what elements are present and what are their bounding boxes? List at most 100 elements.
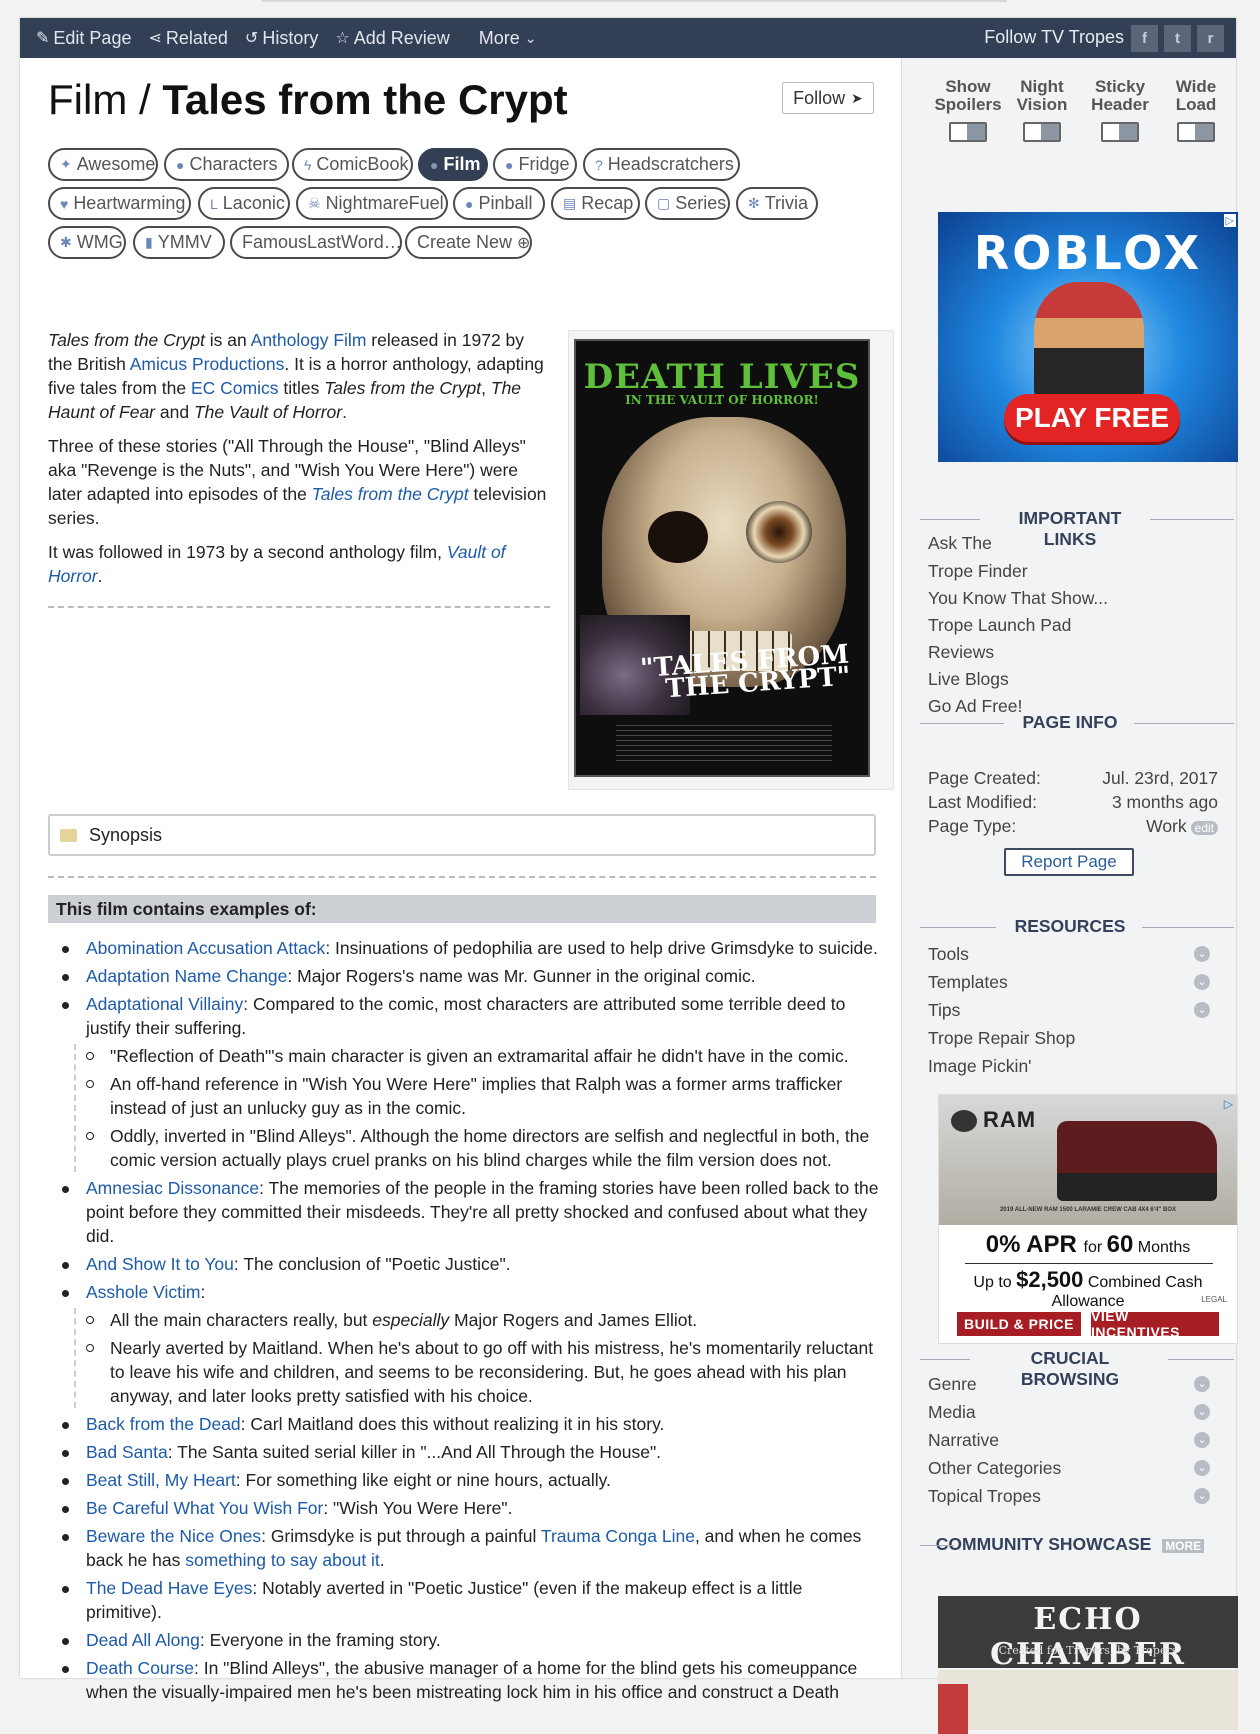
adchoices-icon[interactable]: ▷ xyxy=(1223,214,1236,227)
chevron-down-icon[interactable]: ⌄ xyxy=(1194,1460,1210,1476)
sub-item: "Reflection of Death"'s main character i… xyxy=(76,1044,880,1068)
tab-pinball[interactable]: ● Pinball xyxy=(453,187,545,220)
toggle-switch[interactable] xyxy=(1177,122,1215,142)
tab-trivia[interactable]: ✻ Trivia xyxy=(736,187,818,220)
sticky-header-toggle[interactable]: Sticky Header xyxy=(1080,78,1160,142)
amicus-productions-link[interactable]: Amicus Productions xyxy=(130,354,285,374)
echo-chamber-banner[interactable]: ECHO CHAMBER Created for Tropers, by Tro… xyxy=(938,1596,1238,1668)
page-category[interactable]: Film xyxy=(48,76,127,123)
movie-poster[interactable]: DEATH LIVES IN THE VAULT OF HORROR! "TAL… xyxy=(574,339,870,777)
trope-link[interactable]: Bad Santa xyxy=(86,1442,168,1462)
showcase-banner-2[interactable] xyxy=(938,1670,1238,1734)
roblox-ad[interactable]: ROBLOX PLAY FREE ▷ xyxy=(938,212,1238,462)
add-review-button[interactable]: ☆ Add Review xyxy=(335,28,449,49)
info-value: Work xyxy=(1146,816,1187,836)
resource-link[interactable]: Image Pickin' xyxy=(928,1052,1218,1080)
show-spoilers-toggle[interactable]: Show Spoilers xyxy=(928,78,1008,142)
trope-link[interactable]: And Show It to You xyxy=(86,1254,234,1274)
view-incentives-button[interactable]: VIEW INCENTIVES xyxy=(1091,1308,1219,1340)
trope-link[interactable]: Asshole Victim xyxy=(86,1282,200,1302)
tab-wmg[interactable]: ✱ WMG xyxy=(48,226,126,259)
trope-link[interactable]: Back from the Dead xyxy=(86,1414,241,1434)
chevron-down-icon[interactable]: ⌄ xyxy=(1194,1432,1210,1448)
toggle-switch[interactable] xyxy=(949,122,987,142)
showcase-more-link[interactable]: MORE xyxy=(1162,1539,1205,1553)
chevron-down-icon[interactable]: ⌄ xyxy=(1194,946,1210,962)
resource-link[interactable]: Tips ⌄ xyxy=(928,996,1218,1024)
tab-nightmarefuel[interactable]: ☠ NightmareFuel xyxy=(296,187,448,220)
top-border xyxy=(262,0,1007,2)
edit-page-button[interactable]: ✎ Edit Page xyxy=(36,28,131,49)
reddit-icon[interactable]: r xyxy=(1197,25,1224,52)
chevron-down-icon[interactable]: ⌄ xyxy=(1194,1002,1210,1018)
synopsis-folder[interactable]: Synopsis xyxy=(48,814,876,856)
resource-link[interactable]: Templates ⌄ xyxy=(928,968,1218,996)
night-vision-toggle[interactable]: Night Vision xyxy=(1002,78,1082,142)
trope-link[interactable]: Trauma Conga Line xyxy=(541,1526,695,1546)
report-page-button[interactable]: Report Page xyxy=(1004,848,1134,876)
trope-link[interactable]: The Dead Have Eyes xyxy=(86,1578,252,1598)
trope-link[interactable]: Dead All Along xyxy=(86,1630,200,1650)
trope-link[interactable]: Death Course xyxy=(86,1658,194,1678)
build-price-button[interactable]: BUILD & PRICE xyxy=(957,1312,1081,1336)
chevron-down-icon[interactable]: ⌄ xyxy=(1194,974,1210,990)
trope-link[interactable]: Beware the Nice Ones xyxy=(86,1526,261,1546)
ec-comics-link[interactable]: EC Comics xyxy=(191,378,279,398)
tab-characters[interactable]: ● Characters xyxy=(164,148,289,181)
tab-comicbook[interactable]: ϟ ComicBook xyxy=(292,148,413,181)
legal-link[interactable]: LEGAL xyxy=(1201,1295,1227,1304)
share-icon: ⋖ xyxy=(148,30,162,47)
crucial-link[interactable]: Media ⌄ xyxy=(928,1398,1218,1426)
edit-badge[interactable]: edit xyxy=(1190,821,1218,835)
tab-heartwarming[interactable]: ♥ Heartwarming xyxy=(48,187,191,220)
anthology-film-link[interactable]: Anthology Film xyxy=(251,330,367,350)
tab-series[interactable]: ▢ Series xyxy=(645,187,730,220)
ram-ad[interactable]: RAM 2019 ALL-NEW RAM 1500 LARAMIE CREW C… xyxy=(938,1094,1238,1344)
related-button[interactable]: ⋖ Related xyxy=(148,28,227,49)
important-link[interactable]: Ask The xyxy=(928,528,1218,558)
twitter-icon[interactable]: t xyxy=(1164,25,1191,52)
tab-recap[interactable]: ▤ Recap xyxy=(551,187,640,220)
important-link[interactable]: Reviews xyxy=(928,639,1218,666)
trope-link[interactable]: Beat Still, My Heart xyxy=(86,1470,236,1490)
follow-button[interactable]: Follow ➤ xyxy=(782,82,874,114)
important-link[interactable]: You Know That Show... xyxy=(928,585,1218,612)
tab-fridge[interactable]: ● Fridge xyxy=(493,148,577,181)
crucial-link[interactable]: Narrative ⌄ xyxy=(928,1426,1218,1454)
important-link[interactable]: Live Blogs xyxy=(928,666,1218,693)
tab-createnew[interactable]: Create New ⊕ xyxy=(405,226,532,259)
sub-list: All the main characters really, but espe… xyxy=(74,1308,880,1408)
more-menu-button[interactable]: More ⌄ xyxy=(479,28,537,49)
crucial-link[interactable]: Genre ⌄ xyxy=(928,1370,1218,1398)
resource-link[interactable]: Trope Repair Shop xyxy=(928,1024,1218,1052)
tab-awesome[interactable]: ✦ Awesome xyxy=(48,148,158,181)
tab-laconic[interactable]: L Laconic xyxy=(198,187,290,220)
tab-headscratchers[interactable]: ? Headscratchers xyxy=(583,148,740,181)
tab-famouslastword[interactable]: FamousLastWord… xyxy=(230,226,402,259)
chevron-down-icon[interactable]: ⌄ xyxy=(1194,1404,1210,1420)
adchoices-icon[interactable]: ▷ xyxy=(1224,1097,1233,1111)
chevron-down-icon[interactable]: ⌄ xyxy=(1194,1376,1210,1392)
trope-link[interactable]: Amnesiac Dissonance xyxy=(86,1178,259,1198)
tab-ymmv[interactable]: ▮ YMMV xyxy=(133,226,225,259)
trope-link[interactable]: Be Careful What You Wish For xyxy=(86,1498,323,1518)
chevron-down-icon[interactable]: ⌄ xyxy=(1194,1488,1210,1504)
wide-load-toggle[interactable]: Wide Load xyxy=(1156,78,1236,142)
trope-link[interactable]: Adaptational Villainy xyxy=(86,994,243,1014)
important-link[interactable]: Trope Launch Pad xyxy=(928,612,1218,639)
resource-link[interactable]: Tools ⌄ xyxy=(928,940,1218,968)
crucial-link[interactable]: Other Categories ⌄ xyxy=(928,1454,1218,1482)
trope-link[interactable]: Adaptation Name Change xyxy=(86,966,287,986)
facebook-icon[interactable]: f xyxy=(1131,25,1158,52)
toggle-switch[interactable] xyxy=(1023,122,1061,142)
history-button[interactable]: ↺ History xyxy=(245,28,318,49)
important-link[interactable]: Trope Finder xyxy=(928,558,1218,585)
play-free-button[interactable]: PLAY FREE xyxy=(1004,394,1180,442)
tales-series-link[interactable]: Tales from the Crypt xyxy=(312,484,469,504)
tab-film[interactable]: ● Film xyxy=(418,148,488,181)
trope-link[interactable]: something to say about it xyxy=(185,1550,380,1570)
tab-label: Fridge xyxy=(518,154,570,174)
toggle-switch[interactable] xyxy=(1101,122,1139,142)
trope-link[interactable]: Abomination Accusation Attack xyxy=(86,938,325,958)
crucial-link[interactable]: Topical Tropes ⌄ xyxy=(928,1482,1218,1510)
